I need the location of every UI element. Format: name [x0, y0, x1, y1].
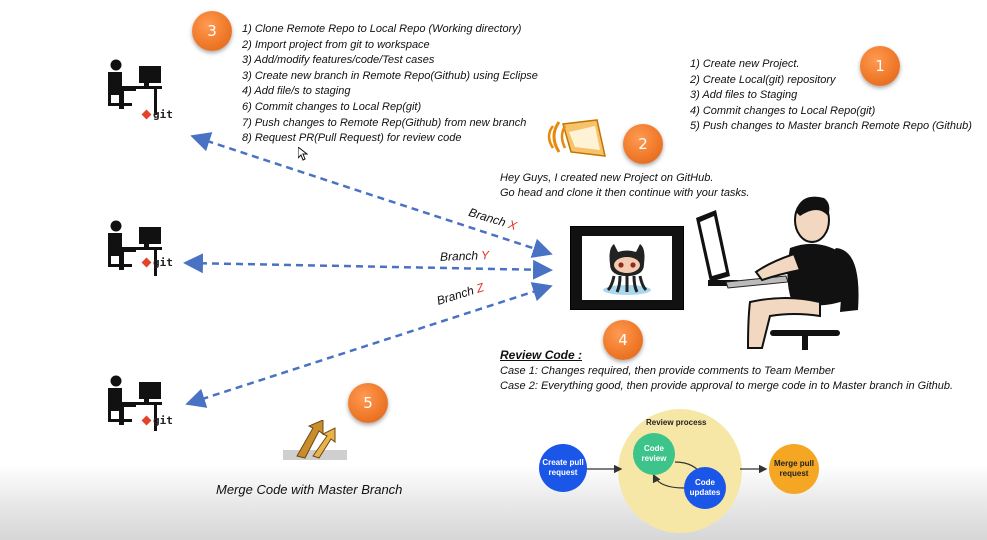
review-process-arrows	[585, 461, 768, 489]
mouse-cursor-icon	[298, 147, 308, 161]
code-review-node: Code review	[633, 433, 675, 475]
arrow-updates-to-review	[652, 473, 685, 489]
code-updates-node: Code updates	[684, 467, 726, 509]
merge-pull-request-node: Merge pull request	[769, 444, 819, 494]
create-pull-request-node: Create pull request	[539, 444, 587, 492]
